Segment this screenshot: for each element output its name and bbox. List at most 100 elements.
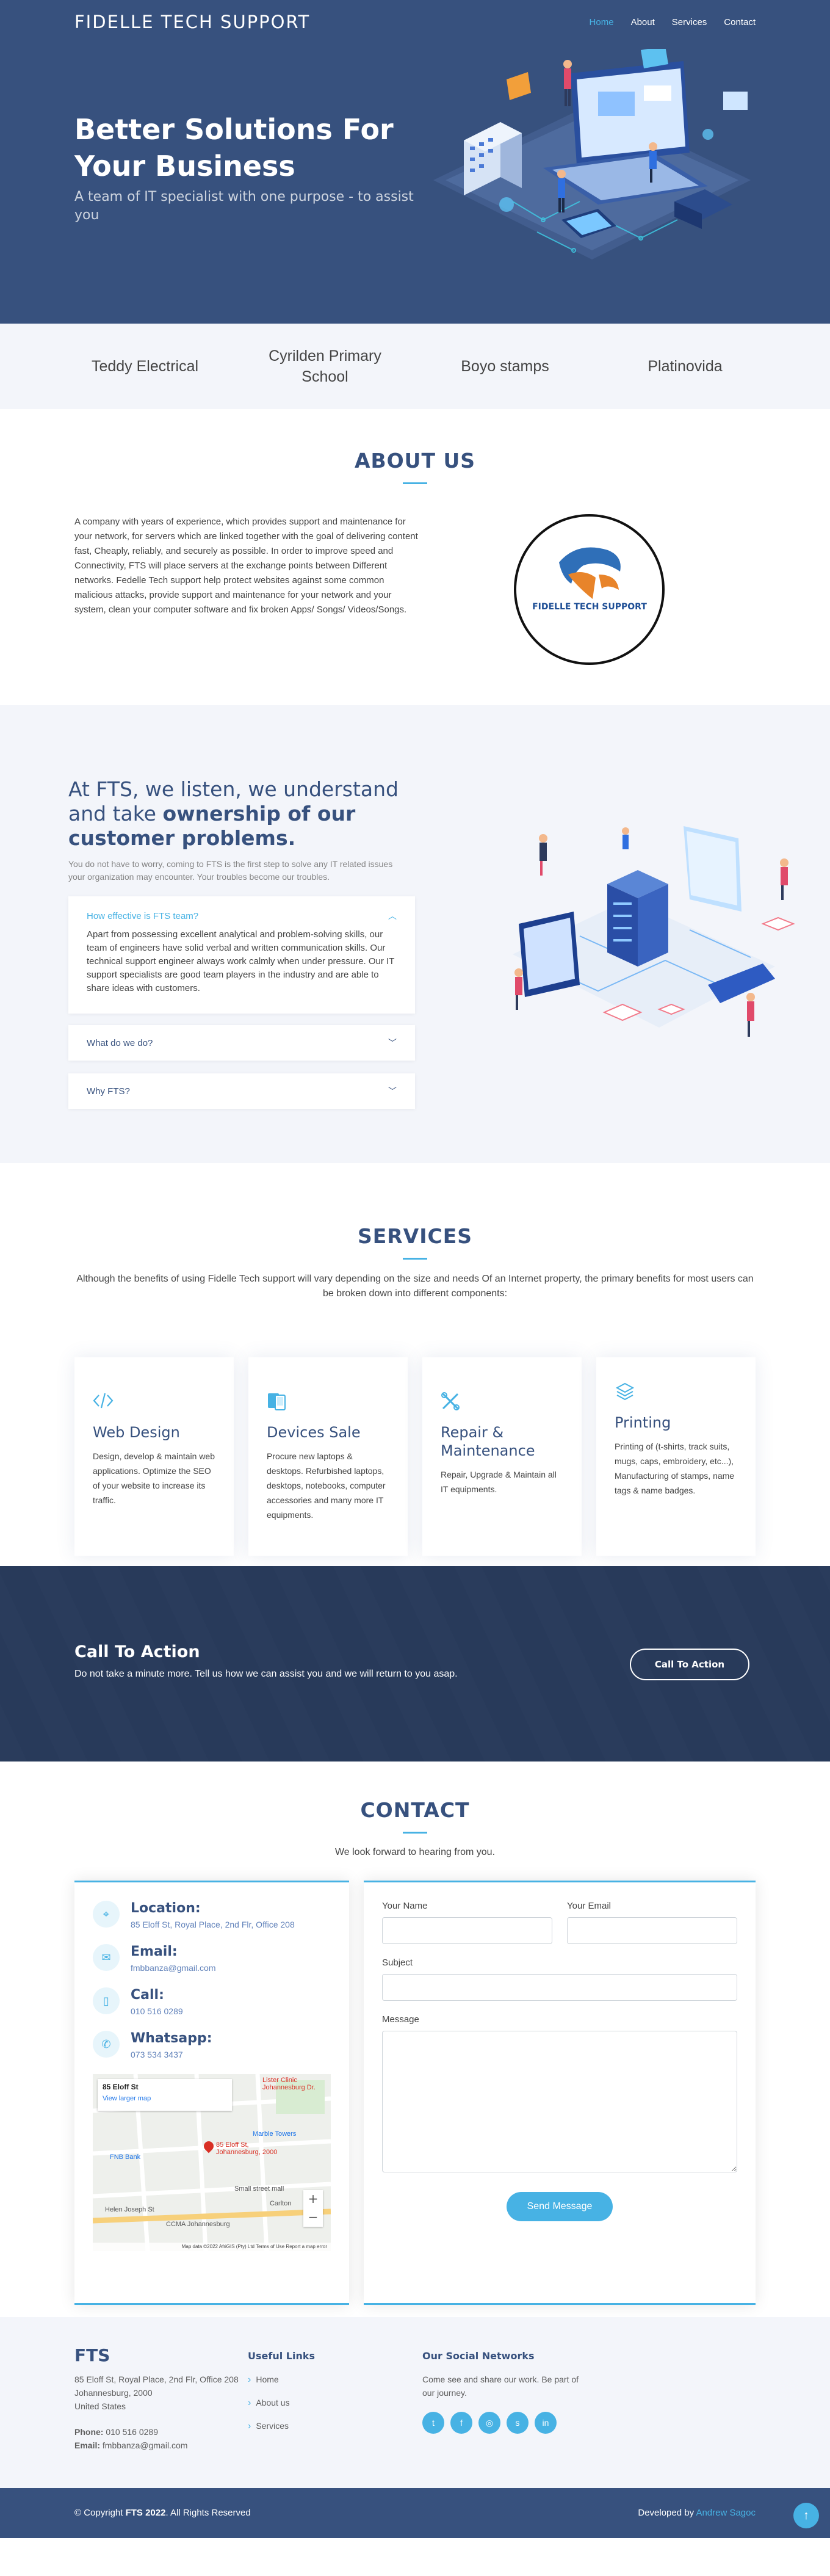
faq-answer: Apart from possessing excellent analytic…: [87, 929, 395, 993]
back-to-top-button[interactable]: ↑: [793, 2503, 819, 2528]
faq-item: How effective is FTS team? ︿ Apart from …: [68, 896, 415, 1014]
zoom-in-button[interactable]: +: [303, 2190, 323, 2208]
client-name: Boyo stamps: [461, 358, 549, 375]
copyright-post: . All Rights Reserved: [165, 2508, 251, 2518]
footer-links: Useful Links Home About us Services: [248, 2345, 382, 2442]
main-nav: Home About Services Contact: [590, 17, 756, 27]
contact-form: Your Name Your Email Subject Message Sen…: [364, 1881, 756, 2305]
chevron-down-icon: ﹀: [388, 1038, 397, 1048]
header: FIDELLE TECH SUPPORT Home About Services…: [0, 0, 830, 44]
map-label: Helen Joseph St: [105, 2206, 154, 2213]
footer-link-about[interactable]: About us: [248, 2396, 382, 2410]
client-name: Teddy Electrical: [91, 358, 199, 375]
footer-phone-value[interactable]: 010 516 0289: [106, 2427, 158, 2437]
client-name: Platinovida: [648, 358, 723, 375]
call-to-action-button[interactable]: Call To Action: [630, 1649, 749, 1680]
services-grid: Web Design Design, develop & maintain we…: [74, 1357, 756, 1556]
send-message-button[interactable]: Send Message: [507, 2192, 613, 2221]
info-value[interactable]: 073 534 3437: [131, 2050, 212, 2059]
why-section: At FTS, we listen, we understand and tak…: [0, 705, 830, 1163]
footer-address: 85 Eloff St, Royal Place, 2nd Flr, Offic…: [74, 2375, 239, 2384]
client-name: Cyrilden Primary School: [269, 347, 381, 385]
service-title[interactable]: Web Design: [93, 1423, 215, 1442]
code-icon: [93, 1391, 215, 1415]
twitter-icon[interactable]: t: [422, 2412, 444, 2434]
footer-link-services[interactable]: Services: [248, 2419, 382, 2433]
footer-email-value[interactable]: fmbbanza@gmail.com: [103, 2440, 188, 2450]
footer-links-title: Useful Links: [248, 2350, 316, 2362]
zoom-out-button[interactable]: −: [303, 2208, 323, 2227]
view-larger-map-link[interactable]: View larger map: [103, 2095, 227, 2102]
cta-title: Call To Action: [74, 1642, 200, 1661]
nav-contact[interactable]: Contact: [724, 17, 756, 27]
faq-question[interactable]: Why FTS? ﹀: [68, 1073, 415, 1109]
subject-label: Subject: [382, 1957, 413, 1968]
map-label: FNB Bank: [110, 2153, 141, 2161]
footer-link-home[interactable]: Home: [248, 2373, 382, 2387]
info-whatsapp: ✆ Whatsapp: 073 534 3437: [93, 2031, 331, 2059]
company-logo-text: FIDELLE TECH SUPPORT: [532, 602, 647, 612]
map-pin-label: 85 Eloff St, Johannesburg, 2000: [216, 2141, 278, 2156]
footer-address: United States: [74, 2401, 126, 2411]
faq-question[interactable]: How effective is FTS team? ︿: [68, 904, 415, 928]
footer-social: Our Social Networks Come see and share o…: [422, 2345, 587, 2434]
service-card[interactable]: Printing Printing of (t-shirts, track su…: [596, 1357, 756, 1556]
envelope-icon: ✉: [93, 1944, 120, 1971]
map-place-card: 85 Eloff St View larger map: [98, 2079, 232, 2111]
hero-section: FIDELLE TECH SUPPORT Home About Services…: [0, 0, 830, 324]
site-logo[interactable]: FIDELLE TECH SUPPORT: [74, 12, 310, 32]
linkedin-icon[interactable]: in: [535, 2412, 557, 2434]
info-label: Whatsapp:: [131, 2031, 212, 2046]
nav-home[interactable]: Home: [590, 17, 614, 27]
map-label: Marble Towers: [253, 2130, 297, 2138]
message-field[interactable]: [382, 2031, 737, 2172]
email-field[interactable]: [567, 1917, 737, 1944]
developer-link[interactable]: Andrew Sagoc: [696, 2508, 756, 2518]
faq-question-text: What do we do?: [87, 1037, 153, 1048]
google-map[interactable]: 85 Eloff St View larger map Lister Clini…: [93, 2074, 331, 2251]
services-title: SERVICES: [357, 1224, 473, 1248]
faq-question-text: How effective is FTS team?: [87, 910, 199, 921]
copyright-pre: © Copyright: [74, 2508, 126, 2518]
service-text: Procure new laptops & desktops. Refurbis…: [267, 1451, 386, 1520]
footer-phone-label: Phone:: [74, 2427, 104, 2437]
subject-field[interactable]: [382, 1974, 737, 2001]
service-title[interactable]: Repair & Maintenance: [441, 1423, 563, 1460]
hero-text: Better Solutions For Your Business A tea…: [74, 111, 428, 225]
title-divider: [403, 482, 427, 484]
email-label: Your Email: [567, 1901, 611, 1911]
about-title: ABOUT US: [354, 449, 476, 473]
faq-question[interactable]: What do we do? ﹀: [68, 1025, 415, 1061]
map-attribution: Map data ©2022 AfriGIS (Pty) Ltd Terms o…: [93, 2243, 331, 2251]
footer-address: Johannesburg, 2000: [74, 2388, 153, 2398]
tools-icon: [441, 1391, 563, 1415]
service-card[interactable]: Web Design Design, develop & maintain we…: [74, 1357, 234, 1556]
instagram-icon[interactable]: ◎: [478, 2412, 500, 2434]
service-title[interactable]: Printing: [615, 1413, 737, 1432]
nav-about[interactable]: About: [631, 17, 655, 27]
contact-info: ⌖ Location: 85 Eloff St, Royal Place, 2nd…: [74, 1881, 349, 2305]
faq-item: Why FTS? ﹀: [68, 1073, 415, 1109]
service-card[interactable]: Repair & Maintenance Repair, Upgrade & M…: [422, 1357, 582, 1556]
hero-subtitle: A team of IT specialist with one purpose…: [74, 189, 414, 223]
company-logo: FIDELLE TECH SUPPORT: [514, 514, 665, 665]
info-value: 85 Eloff St, Royal Place, 2nd Flr, Offic…: [131, 1920, 295, 1929]
skype-icon[interactable]: s: [507, 2412, 529, 2434]
facebook-icon[interactable]: f: [450, 2412, 472, 2434]
service-card[interactable]: Devices Sale Procure new laptops & deskt…: [248, 1357, 408, 1556]
service-title[interactable]: Devices Sale: [267, 1423, 389, 1442]
service-text: Repair, Upgrade & Maintain all IT equipm…: [441, 1470, 557, 1494]
info-value[interactable]: 010 516 0289: [131, 2006, 183, 2016]
developed-by-label: Developed by: [638, 2508, 696, 2518]
about-section: ABOUT US A company with years of experie…: [0, 409, 830, 705]
info-value[interactable]: fmbbanza@gmail.com: [131, 1963, 216, 1973]
footer-social-text: Come see and share our work. Be part of …: [422, 2375, 579, 2398]
footer: FTS 85 Eloff St, Royal Place, 2nd Flr, O…: [0, 2317, 830, 2488]
faq-item: What do we do? ﹀: [68, 1025, 415, 1061]
contact-subtitle: We look forward to hearing from you.: [334, 1847, 496, 1857]
map-label: Small street mall: [234, 2185, 284, 2193]
name-field[interactable]: [382, 1917, 552, 1944]
info-location: ⌖ Location: 85 Eloff St, Royal Place, 2nd…: [93, 1901, 331, 1929]
nav-services[interactable]: Services: [672, 17, 707, 27]
chevron-up-icon: ︿: [388, 911, 397, 921]
